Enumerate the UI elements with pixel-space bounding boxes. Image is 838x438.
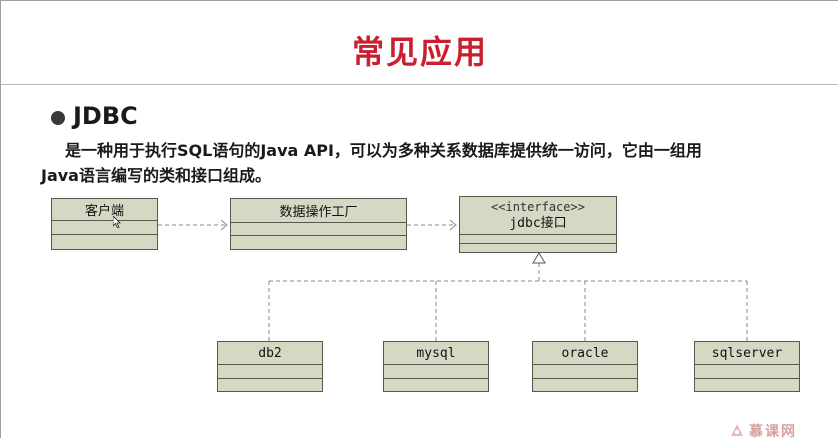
impl-attributes-mysql bbox=[384, 365, 488, 379]
watermark-logo-icon bbox=[731, 424, 743, 436]
impl-class-box-mysql: mysql bbox=[383, 341, 489, 392]
interface-attributes bbox=[460, 235, 616, 244]
impl-class-name-db2: db2 bbox=[218, 342, 322, 365]
factory-class-box: 数据操作工厂 bbox=[230, 198, 407, 250]
interface-name: jdbc接口 bbox=[509, 216, 567, 231]
interface-header: <<interface>> jdbc接口 bbox=[460, 197, 616, 235]
impl-class-box-sqlserver: sqlserver bbox=[694, 341, 800, 392]
mouse-cursor-icon bbox=[113, 216, 121, 228]
client-class-name: 客户端 bbox=[52, 199, 157, 221]
watermark-text: 慕课网 bbox=[749, 424, 797, 438]
impl-attributes-sqlserver bbox=[695, 365, 799, 379]
interface-class-box: <<interface>> jdbc接口 bbox=[459, 196, 617, 253]
factory-methods bbox=[231, 236, 406, 249]
impl-class-name-sqlserver: sqlserver bbox=[695, 342, 799, 365]
client-attributes bbox=[52, 221, 157, 235]
factory-class-name: 数据操作工厂 bbox=[231, 199, 406, 223]
interface-stereotype: <<interface>> bbox=[491, 200, 585, 214]
impl-attributes-db2 bbox=[218, 365, 322, 379]
impl-class-box-db2: db2 bbox=[217, 341, 323, 392]
impl-class-box-oracle: oracle bbox=[532, 341, 638, 392]
client-methods bbox=[52, 235, 157, 249]
impl-class-name-oracle: oracle bbox=[533, 342, 637, 365]
impl-methods-mysql bbox=[384, 379, 488, 391]
client-class-box: 客户端 bbox=[51, 198, 158, 250]
factory-attributes bbox=[231, 223, 406, 236]
impl-class-name-mysql: mysql bbox=[384, 342, 488, 365]
impl-attributes-oracle bbox=[533, 365, 637, 379]
impl-methods-oracle bbox=[533, 379, 637, 391]
realization-triangle bbox=[532, 252, 546, 264]
slide: 常见应用 JDBC 是一种用于执行SQL语句的Java API，可以为多种关系数… bbox=[0, 0, 838, 438]
interface-methods bbox=[460, 244, 616, 252]
impl-methods-db2 bbox=[218, 379, 322, 391]
impl-methods-sqlserver bbox=[695, 379, 799, 391]
